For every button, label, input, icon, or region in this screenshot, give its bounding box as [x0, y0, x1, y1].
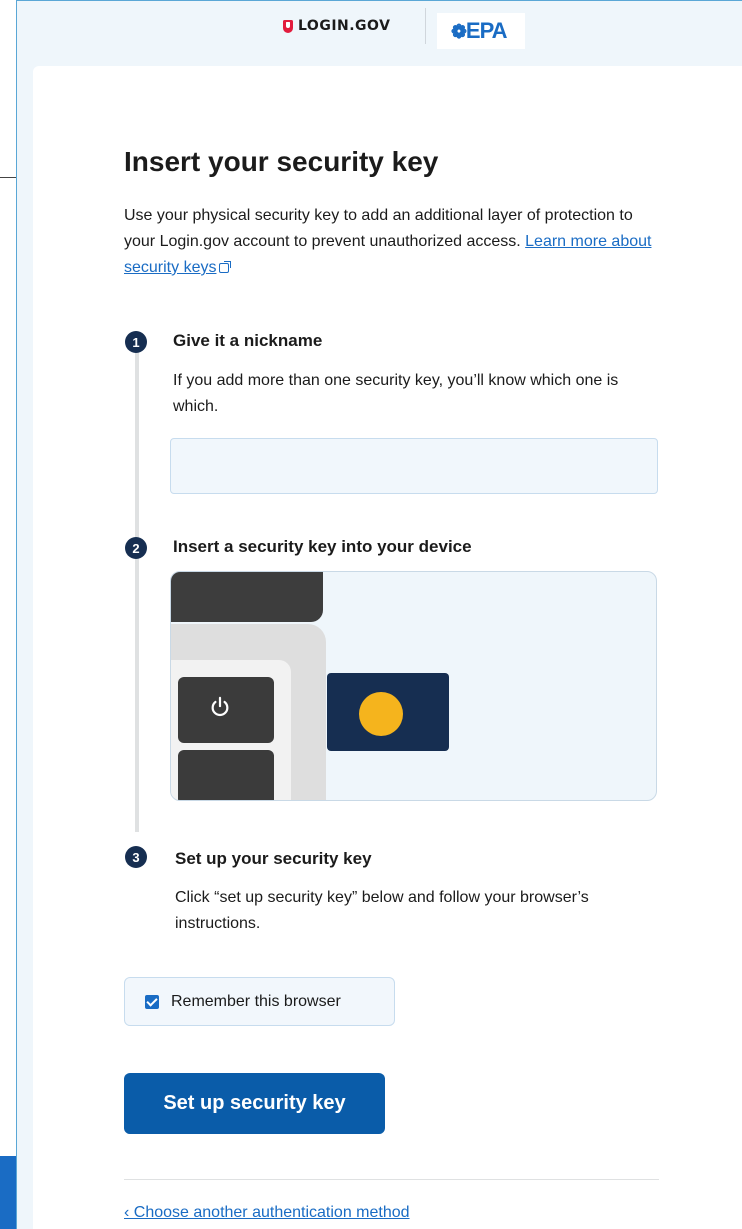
- step-3-badge: 3: [125, 846, 147, 868]
- step-connector-line: [135, 344, 139, 832]
- choose-another-method-link[interactable]: ‹ Choose another authentication method: [124, 1204, 410, 1222]
- nickname-input[interactable]: [170, 438, 658, 494]
- security-key-light: [359, 692, 403, 736]
- step-3-title: Set up your security key: [175, 849, 372, 868]
- step-2-badge: 2: [125, 537, 147, 559]
- shield-icon: [283, 19, 293, 33]
- device-top: [171, 572, 323, 622]
- step-2-title: Insert a security key into your device: [173, 537, 472, 556]
- page-title: Insert your security key: [124, 146, 439, 177]
- intro-paragraph: Use your physical security key to add an…: [124, 203, 664, 281]
- set-up-security-key-button[interactable]: Set up security key: [124, 1073, 385, 1134]
- frame-border: [16, 0, 17, 1229]
- login-gov-wordmark: LOGIN.GOV: [298, 18, 391, 34]
- epa-logo: ❁EPA: [437, 13, 525, 49]
- epa-flower-icon: ❁: [451, 22, 467, 43]
- step-1-text: If you add more than one security key, y…: [173, 372, 619, 415]
- security-key-illustration: [170, 571, 657, 801]
- logo-divider: [425, 8, 426, 44]
- step-3-text: Click “set up security key” below and fo…: [175, 889, 589, 932]
- footer-divider: [124, 1179, 659, 1180]
- device-key: [178, 750, 274, 800]
- checkbox-checked-icon[interactable]: [145, 994, 159, 1009]
- epa-wordmark: ❁EPA: [451, 18, 508, 43]
- external-link-icon: [219, 261, 232, 273]
- site-header: LOGIN.GOV ❁EPA: [17, 0, 742, 66]
- remember-browser-checkbox[interactable]: Remember this browser: [124, 977, 395, 1026]
- login-gov-logo: LOGIN.GOV: [283, 18, 390, 34]
- power-icon: [211, 696, 229, 717]
- step-1-title: Give it a nickname: [173, 331, 323, 350]
- step-1-badge: 1: [125, 331, 147, 353]
- remember-browser-label: Remember this browser: [171, 992, 341, 1010]
